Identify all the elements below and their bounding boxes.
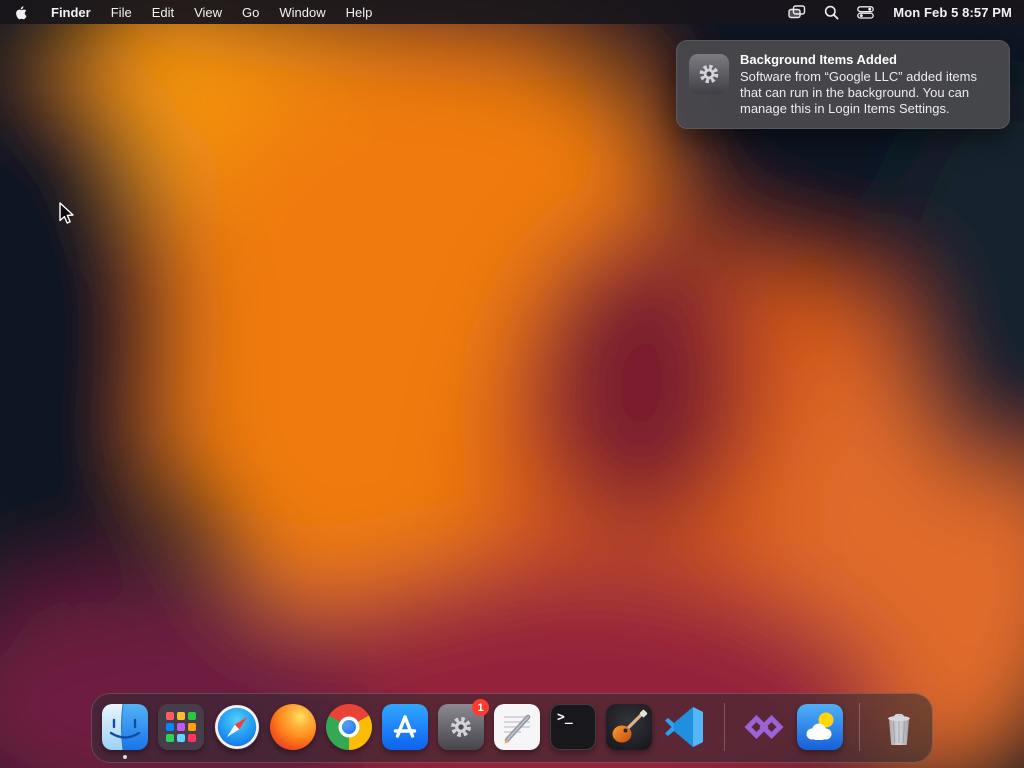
menu-help[interactable]: Help	[336, 5, 383, 20]
dock-item-terminal[interactable]: >_	[550, 704, 596, 750]
dock-item-chrome[interactable]	[326, 704, 372, 750]
safari-compass-icon	[214, 704, 260, 750]
launchpad-icon	[158, 704, 204, 750]
menu-bar-clock[interactable]: Mon Feb 5 8:57 PM	[883, 5, 1012, 20]
menu-go[interactable]: Go	[232, 5, 269, 20]
dock-item-finder[interactable]	[102, 704, 148, 759]
menu-bar: Finder File Edit View Go Window Help Mon…	[0, 0, 1024, 24]
notification-title: Background Items Added	[740, 52, 897, 67]
dock-item-app-store[interactable]	[382, 704, 428, 750]
dock-item-firefox[interactable]	[270, 704, 316, 750]
running-indicator	[123, 755, 127, 759]
menu-edit[interactable]: Edit	[142, 5, 184, 20]
notification-badge: 1	[472, 699, 489, 716]
dock-item-visual-studio[interactable]	[741, 704, 787, 750]
vscode-icon	[662, 704, 708, 750]
dock-item-garageband[interactable]	[606, 704, 652, 750]
menu-file[interactable]: File	[101, 5, 142, 20]
active-app-name[interactable]: Finder	[41, 5, 101, 20]
visual-studio-icon	[741, 704, 787, 750]
dock-item-textedit[interactable]	[494, 704, 540, 750]
spotlight-icon[interactable]	[815, 0, 848, 24]
textedit-icon	[494, 704, 540, 750]
trash-icon	[876, 704, 922, 750]
chrome-icon	[326, 704, 372, 750]
dock-item-vscode[interactable]	[662, 704, 708, 750]
control-center-icon[interactable]	[848, 0, 883, 24]
dock-divider	[859, 703, 860, 751]
finder-icon	[102, 704, 148, 750]
dock-divider	[724, 703, 725, 751]
app-store-icon	[382, 704, 428, 750]
garageband-guitar-icon	[606, 704, 652, 750]
notification-text: Background Items Added Software from “Go…	[740, 52, 992, 117]
weather-icon	[797, 704, 843, 750]
firefox-icon	[270, 704, 316, 750]
terminal-prompt-glyph: >_	[557, 710, 573, 725]
terminal-icon: >_	[550, 704, 596, 750]
apple-menu-icon[interactable]	[0, 0, 41, 24]
menu-view[interactable]: View	[184, 5, 232, 20]
system-settings-gear-icon	[689, 54, 729, 94]
mouse-cursor	[59, 202, 74, 224]
dock-item-trash[interactable]	[876, 704, 922, 750]
dock-item-system-settings[interactable]: 1	[438, 699, 489, 750]
notification-banner[interactable]: Background Items Added Software from “Go…	[676, 40, 1010, 129]
menu-window[interactable]: Window	[269, 5, 335, 20]
dock-item-weather[interactable]	[797, 704, 843, 750]
dock-item-launchpad[interactable]	[158, 704, 204, 750]
dock: 1 >_	[91, 693, 933, 763]
notification-body: Software from “Google LLC” added items t…	[740, 69, 977, 116]
displays-icon[interactable]	[779, 0, 815, 24]
dock-item-safari[interactable]	[214, 704, 260, 750]
